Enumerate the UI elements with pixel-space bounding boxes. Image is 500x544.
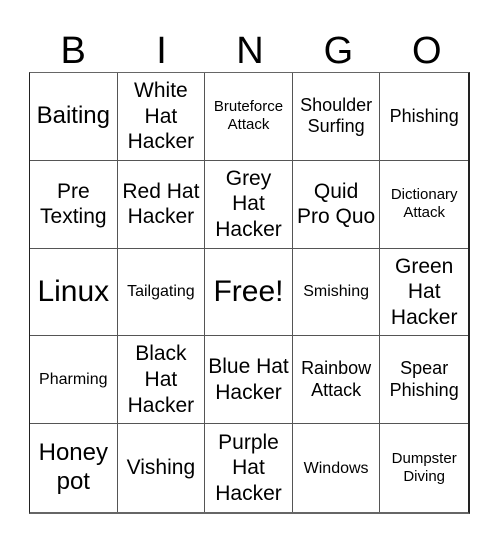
bingo-cell[interactable]: White Hat Hacker [117,73,206,161]
header-letter-o: O [411,30,442,72]
free-space-cell[interactable]: Free! [205,248,293,337]
bingo-cell[interactable]: Dictionary Attack [380,161,468,249]
bingo-cell[interactable]: Purple Hat Hacker [205,424,293,512]
bingo-header: B I N G O [29,30,471,72]
bingo-cell[interactable]: Quid Pro Quo [292,160,381,249]
bingo-cell[interactable]: Shoulder Surfing [292,73,381,161]
header-letter-g: G [323,30,354,72]
bingo-cell[interactable]: Rainbow Attack [292,336,381,425]
bingo-cell[interactable]: Grey Hat Hacker [205,160,293,249]
bingo-cell[interactable]: Honey pot [30,424,118,512]
bingo-grid: Baiting White Hat Hacker Bruteforce Atta… [29,72,470,514]
bingo-cell[interactable]: Blue Hat Hacker [205,336,293,425]
bingo-cell[interactable]: Red Hat Hacker [117,160,206,249]
header-letter-b: B [60,30,86,72]
bingo-cell[interactable]: Vishing [118,424,206,512]
bingo-cell[interactable]: Bruteforce Attack [205,73,293,161]
bingo-cell[interactable]: Dumpster Diving [380,424,468,512]
header-letter-n: N [236,30,264,72]
bingo-cell[interactable]: Tailgating [117,248,206,337]
bingo-cell[interactable]: Linux [30,248,118,337]
bingo-cell[interactable]: Black Hat Hacker [117,336,206,425]
bingo-cell[interactable]: Spear Phishing [380,336,468,425]
header-letter-i: I [156,30,167,72]
bingo-cell[interactable]: Phishing [380,73,468,161]
bingo-cell[interactable]: Baiting [30,73,118,161]
bingo-cell[interactable]: Pharming [30,336,118,425]
bingo-cell[interactable]: Windows [293,424,381,512]
bingo-cell[interactable]: Smishing [292,248,381,337]
bingo-cell[interactable]: Green Hat Hacker [380,249,468,337]
bingo-cell[interactable]: Pre Texting [30,160,118,249]
